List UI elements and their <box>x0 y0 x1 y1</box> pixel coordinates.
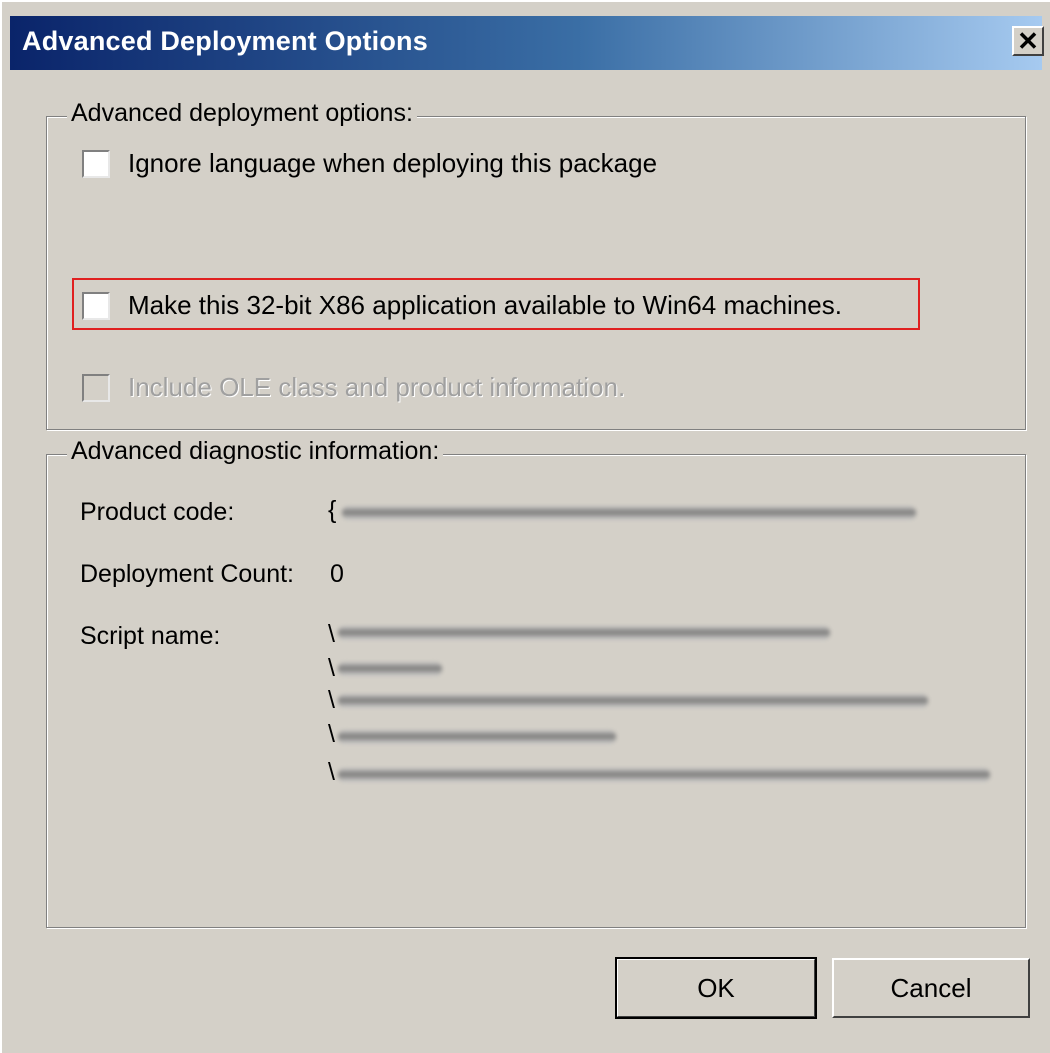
script-name-label: Script name: <box>80 622 221 650</box>
cancel-button-label: Cancel <box>890 972 972 1003</box>
include-ole-option: Include OLE class and product informatio… <box>82 372 625 403</box>
win64-option[interactable]: Make this 32-bit X86 application availab… <box>82 290 842 321</box>
win64-checkbox[interactable] <box>82 291 110 320</box>
script-path-prefix: \ <box>328 620 335 648</box>
script-path-prefix: \ <box>328 758 335 786</box>
script-path-redacted <box>338 626 830 640</box>
diagnostic-info-legend: Advanced diagnostic information: <box>67 437 444 466</box>
cancel-button[interactable]: Cancel <box>832 958 1030 1018</box>
script-path-redacted <box>338 730 616 744</box>
product-code-label: Product code: <box>80 498 235 526</box>
product-code-redacted <box>342 506 916 520</box>
product-code-prefix: { <box>328 496 337 524</box>
title-bar: Advanced Deployment Options ✕ <box>10 16 1044 70</box>
script-path-redacted <box>338 662 442 676</box>
ignore-language-label: Ignore language when deploying this pack… <box>128 148 658 178</box>
close-icon: ✕ <box>1017 26 1039 56</box>
script-path-redacted <box>338 768 990 782</box>
ignore-language-option[interactable]: Ignore language when deploying this pack… <box>82 148 657 179</box>
ignore-language-checkbox[interactable] <box>82 149 110 178</box>
include-ole-checkbox <box>82 373 110 402</box>
dialog-window: Advanced Deployment Options ✕ Advanced d… <box>0 0 1050 1053</box>
close-button[interactable]: ✕ <box>1012 26 1044 56</box>
ok-button-label: OK <box>697 972 735 1003</box>
script-path-redacted <box>338 694 928 708</box>
deployment-options-legend: Advanced deployment options: <box>67 99 417 128</box>
deployment-count-value: 0 <box>330 560 344 588</box>
script-path-prefix: \ <box>328 654 335 682</box>
deployment-count-label: Deployment Count: <box>80 560 295 588</box>
include-ole-label: Include OLE class and product informatio… <box>128 372 626 402</box>
script-path-prefix: \ <box>328 686 335 714</box>
dialog-title: Advanced Deployment Options <box>22 26 428 56</box>
script-path-prefix: \ <box>328 720 335 748</box>
ok-button[interactable]: OK <box>615 957 817 1019</box>
win64-label: Make this 32-bit X86 application availab… <box>128 290 842 320</box>
